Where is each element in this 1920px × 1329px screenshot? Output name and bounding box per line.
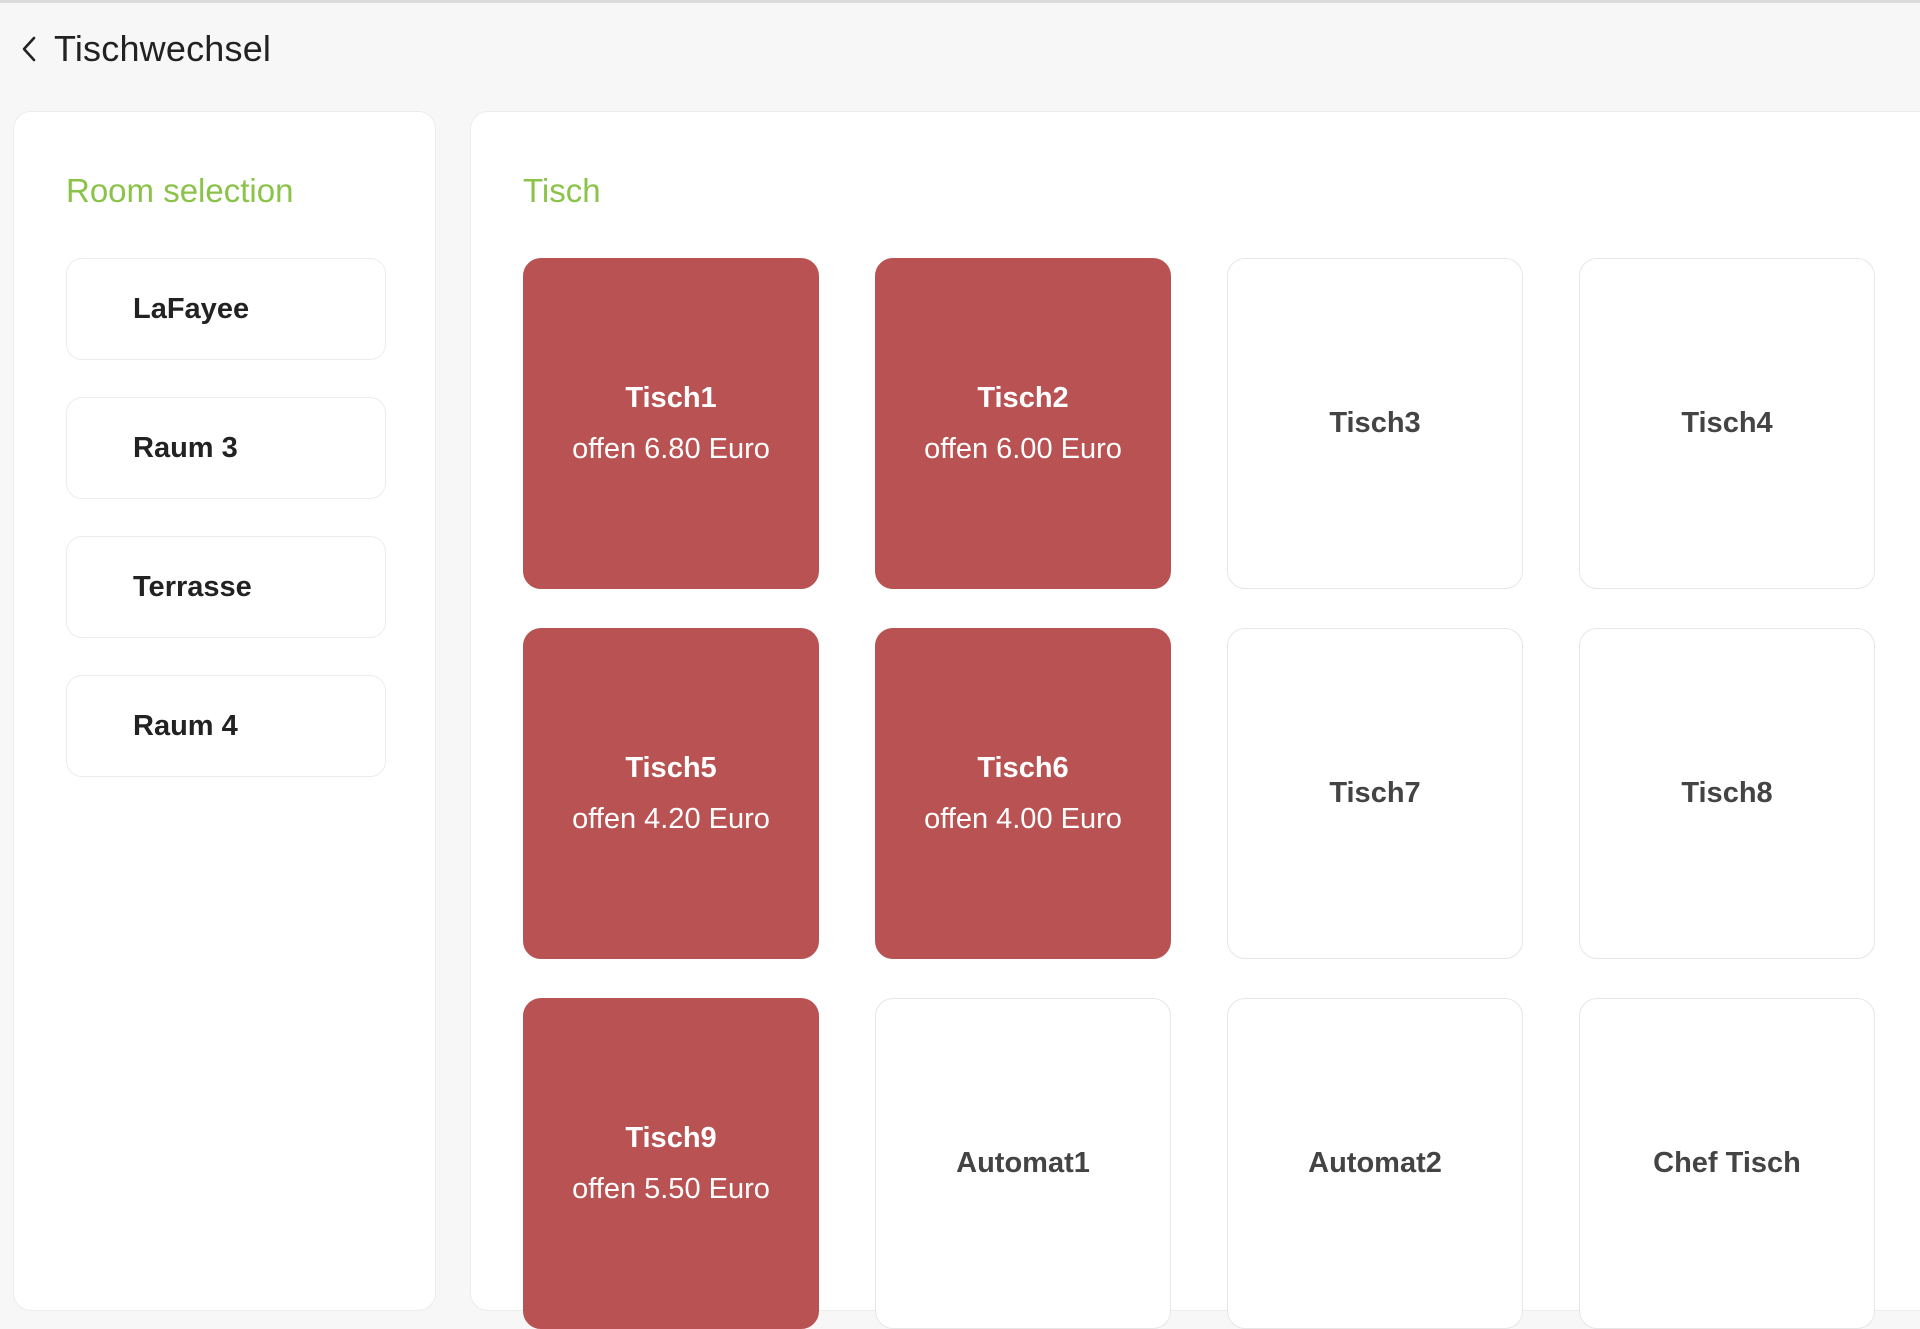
table-tile-tisch2[interactable]: Tisch2 offen 6.00 Euro: [875, 258, 1171, 589]
table-name: Tisch2: [977, 381, 1069, 414]
table-open-amount: offen 4.00 Euro: [924, 802, 1122, 835]
room-selection-panel: Room selection LaFayee Raum 3 Terrasse R…: [13, 111, 436, 1311]
room-item-raum-3[interactable]: Raum 3: [66, 397, 386, 499]
room-selection-title: Room selection: [66, 172, 294, 209]
room-item-terrasse[interactable]: Terrasse: [66, 536, 386, 638]
table-tile-automat1[interactable]: Automat1: [875, 998, 1171, 1329]
table-tile-tisch1[interactable]: Tisch1 offen 6.80 Euro: [523, 258, 819, 589]
table-grid: Tisch1 offen 6.80 Euro Tisch2 offen 6.00…: [523, 258, 1875, 1329]
table-name: Tisch8: [1681, 777, 1773, 809]
table-name: Chef Tisch: [1653, 1147, 1801, 1179]
table-panel-title: Tisch: [523, 172, 601, 209]
back-button[interactable]: [18, 29, 40, 69]
table-tile-tisch4[interactable]: Tisch4: [1579, 258, 1875, 589]
table-name: Automat1: [956, 1147, 1090, 1179]
table-open-amount: offen 4.20 Euro: [572, 802, 770, 835]
table-tile-tisch7[interactable]: Tisch7: [1227, 628, 1523, 959]
table-open-amount: offen 6.80 Euro: [572, 432, 770, 465]
table-name: Tisch1: [625, 381, 717, 414]
table-tile-tisch8[interactable]: Tisch8: [1579, 628, 1875, 959]
table-name: Tisch5: [625, 751, 717, 784]
room-item-raum-4[interactable]: Raum 4: [66, 675, 386, 777]
table-name: Automat2: [1308, 1147, 1442, 1179]
table-name: Tisch9: [625, 1121, 717, 1154]
table-open-amount: offen 5.50 Euro: [572, 1172, 770, 1205]
room-item-lafayee[interactable]: LaFayee: [66, 258, 386, 360]
header-bar: Tischwechsel: [0, 3, 1920, 95]
table-tile-automat2[interactable]: Automat2: [1227, 998, 1523, 1329]
room-list: LaFayee Raum 3 Terrasse Raum 4: [66, 258, 386, 814]
table-name: Tisch7: [1329, 777, 1421, 809]
table-open-amount: offen 6.00 Euro: [924, 432, 1122, 465]
page-title: Tischwechsel: [54, 28, 272, 69]
table-tile-tisch5[interactable]: Tisch5 offen 4.20 Euro: [523, 628, 819, 959]
table-panel: Tisch Tisch1 offen 6.80 Euro Tisch2 offe…: [470, 111, 1920, 1329]
table-name: Tisch6: [977, 751, 1069, 784]
table-name: Tisch3: [1329, 407, 1421, 439]
table-tile-tisch3[interactable]: Tisch3: [1227, 258, 1523, 589]
table-tile-chef-tisch[interactable]: Chef Tisch: [1579, 998, 1875, 1329]
table-name: Tisch4: [1681, 407, 1773, 439]
table-tile-tisch9[interactable]: Tisch9 offen 5.50 Euro: [523, 998, 819, 1329]
chevron-left-icon: [22, 36, 36, 62]
table-tile-tisch6[interactable]: Tisch6 offen 4.00 Euro: [875, 628, 1171, 959]
